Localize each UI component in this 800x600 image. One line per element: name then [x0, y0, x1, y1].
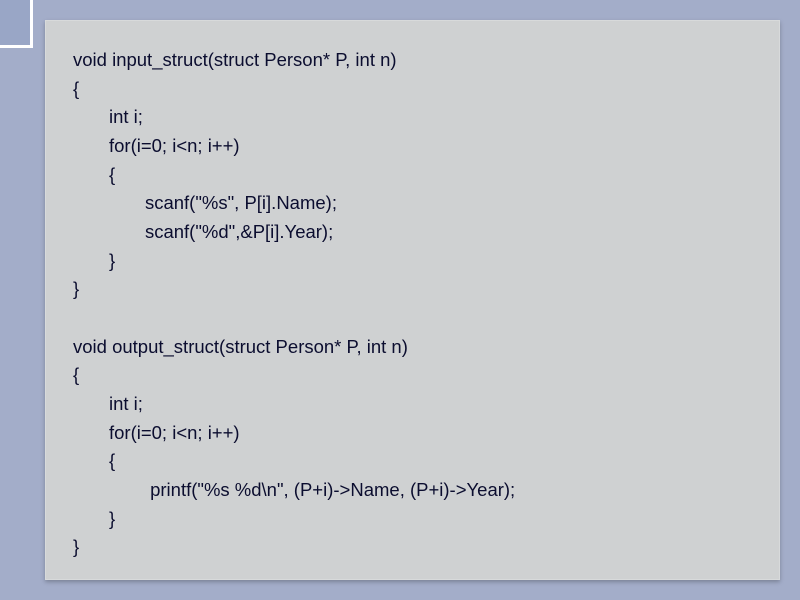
code-block: void input_struct(struct Person* P, int … — [45, 20, 780, 580]
code-text: void input_struct(struct Person* P, int … — [45, 20, 780, 582]
slide-accent-bar — [0, 0, 33, 48]
slide: void input_struct(struct Person* P, int … — [0, 0, 800, 600]
